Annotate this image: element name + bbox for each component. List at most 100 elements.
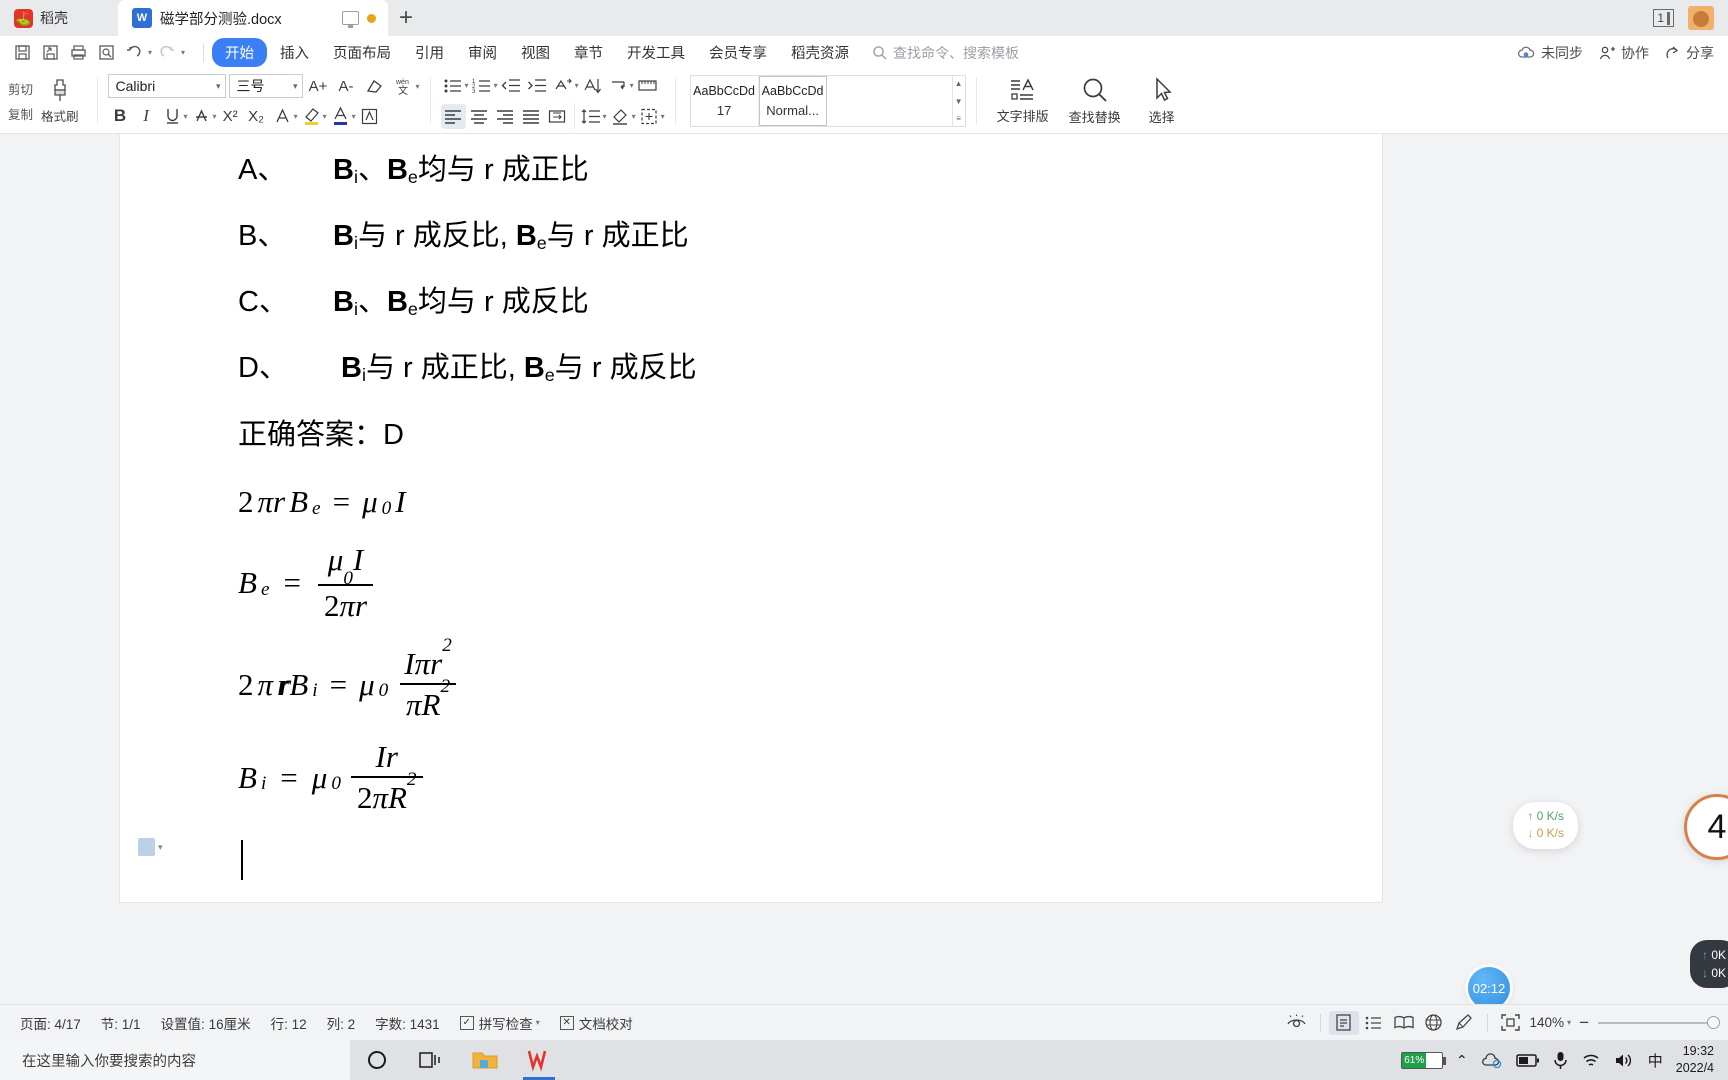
print-preview-icon[interactable]	[94, 40, 119, 65]
menu-item-view[interactable]: 视图	[510, 38, 561, 67]
wps-office-icon[interactable]	[512, 1040, 566, 1080]
align-right-icon[interactable]	[493, 104, 518, 129]
status-col[interactable]: 列: 2	[317, 1013, 366, 1033]
edit-pen-icon[interactable]	[1449, 1011, 1479, 1035]
scroll-down-icon[interactable]: ▼	[955, 97, 963, 106]
cursor-line[interactable]: ▾	[120, 838, 1382, 888]
reading-eye-icon[interactable]	[1282, 1011, 1312, 1035]
find-replace-button[interactable]: 查找替换	[1059, 76, 1131, 126]
status-row[interactable]: 行: 12	[261, 1013, 317, 1033]
shrink-font-button[interactable]: A-	[334, 74, 359, 99]
status-section[interactable]: 节: 1/1	[91, 1013, 151, 1033]
chevron-down-icon[interactable]: ▾	[181, 48, 185, 57]
battery-icon[interactable]	[1516, 1053, 1540, 1068]
taskbar-search-input[interactable]: 在这里输入你要搜索的内容	[0, 1040, 350, 1080]
speaker-icon[interactable]	[1614, 1052, 1635, 1069]
multilevel-list-icon[interactable]	[551, 73, 576, 98]
cortana-icon[interactable]	[350, 1040, 404, 1080]
print-icon[interactable]	[66, 40, 91, 65]
zoom-level[interactable]: 140% ▾	[1526, 1015, 1574, 1030]
network-speed-widget[interactable]: ↑ 0 K/s ↓ 0 K/s	[1513, 802, 1578, 849]
grow-font-button[interactable]: A+	[306, 74, 331, 99]
document-area[interactable]: A、 Bi、Be均与 r 成正比 B、 Bi与 r 成反比, Be与 r 成正比 C…	[0, 134, 1728, 1004]
font-color-icon[interactable]	[328, 104, 353, 129]
menu-item-resources[interactable]: 稻壳资源	[780, 38, 860, 67]
chevron-up-icon[interactable]: ⌃	[1456, 1052, 1468, 1069]
dark-network-widget[interactable]: ↑ 0K ↓ 0K	[1689, 940, 1728, 988]
zoom-knob[interactable]	[1707, 1015, 1720, 1029]
justify-icon[interactable]	[519, 104, 544, 129]
strikethrough-button[interactable]	[189, 104, 214, 129]
web-view-icon[interactable]	[1419, 1011, 1449, 1035]
style-gallery-scroll[interactable]: ▲ ▼ ≡	[951, 76, 965, 126]
menu-item-insert[interactable]: 插入	[269, 38, 320, 67]
sort-icon[interactable]	[580, 73, 605, 98]
bold-button[interactable]: B	[108, 104, 133, 129]
distribute-icon[interactable]	[545, 104, 570, 129]
circle-badge[interactable]: 4	[1684, 794, 1728, 860]
kdocs-tab[interactable]: ⛳ 稻壳	[0, 0, 118, 36]
show-paragraph-marks-icon[interactable]	[606, 73, 631, 98]
font-family-select[interactable]: Calibri ▾	[107, 74, 226, 98]
status-word-count[interactable]: 字数: 1431	[365, 1013, 450, 1033]
align-center-icon[interactable]	[467, 104, 492, 129]
highlight-color-icon[interactable]	[299, 104, 324, 129]
subscript-button[interactable]: X₂	[244, 104, 269, 129]
menu-item-start[interactable]: 开始	[212, 38, 268, 67]
timer-bubble[interactable]: 02:12	[1468, 967, 1510, 1004]
taskbar-clock[interactable]: 19:32 2022/4	[1676, 1043, 1720, 1077]
style-card-normal[interactable]: AaBbCcDd Normal...	[758, 76, 827, 126]
collaborate-button[interactable]: 协作	[1599, 43, 1649, 63]
chevron-down-icon[interactable]: ▾	[536, 1018, 540, 1027]
command-search[interactable]: 查找命令、搜索模板	[872, 43, 1019, 63]
window-count-badge[interactable]: 1	[1653, 9, 1674, 27]
scroll-up-icon[interactable]: ▲	[955, 79, 963, 88]
menu-item-page-layout[interactable]: 页面布局	[322, 38, 402, 67]
ruler-icon[interactable]	[635, 73, 660, 98]
microphone-icon[interactable]	[1553, 1051, 1568, 1070]
share-button[interactable]: 分享	[1665, 43, 1714, 63]
cut-button[interactable]: 剪切	[8, 79, 33, 98]
document-tab[interactable]: W 磁学部分测验.docx	[118, 0, 388, 36]
font-size-select[interactable]: 三号 ▾	[228, 74, 303, 98]
character-border-icon[interactable]	[357, 104, 382, 129]
document-page[interactable]: A、 Bi、Be均与 r 成正比 B、 Bi与 r 成反比, Be与 r 成正比 C…	[120, 134, 1382, 902]
reading-view-icon[interactable]	[1389, 1011, 1419, 1035]
shading-icon[interactable]	[608, 104, 633, 129]
zoom-track[interactable]	[1598, 1015, 1720, 1029]
increase-indent-icon[interactable]	[525, 73, 550, 98]
italic-button[interactable]: I	[134, 104, 159, 129]
style-card-17[interactable]: AaBbCcDd 17	[691, 76, 759, 126]
save-as-icon[interactable]	[38, 40, 63, 65]
ime-indicator[interactable]: 中	[1648, 1050, 1663, 1071]
undo-dropdown-icon[interactable]: ▾	[148, 48, 152, 57]
format-painter-button[interactable]: 格式刷	[33, 78, 87, 125]
fit-page-icon[interactable]	[1496, 1011, 1526, 1035]
onedrive-sync-icon[interactable]	[1481, 1052, 1503, 1069]
menu-item-member[interactable]: 会员专享	[698, 38, 778, 67]
chevron-down-icon[interactable]: ▾	[416, 82, 420, 91]
new-tab-button[interactable]: +	[388, 0, 424, 36]
avatar[interactable]	[1688, 6, 1714, 30]
battery-percent-badge[interactable]: 61%	[1401, 1051, 1447, 1069]
paragraph-layout-options-icon[interactable]: ▾	[138, 838, 163, 857]
superscript-button[interactable]: X²	[218, 104, 243, 129]
status-page[interactable]: 页面: 4/17	[10, 1013, 91, 1033]
pinyin-guide-icon[interactable]: wén 文	[390, 74, 415, 99]
decrease-indent-icon[interactable]	[499, 73, 524, 98]
align-left-icon[interactable]	[440, 103, 466, 129]
text-effect-icon[interactable]	[270, 104, 295, 129]
line-spacing-icon[interactable]	[579, 104, 604, 129]
copy-button[interactable]: 复制	[8, 104, 33, 123]
text-layout-button[interactable]: 文字排版	[987, 77, 1059, 125]
save-icon[interactable]	[10, 40, 35, 65]
menu-item-sections[interactable]: 章节	[563, 38, 614, 67]
zoom-out-button[interactable]: −	[1579, 1013, 1589, 1033]
menu-item-references[interactable]: 引用	[404, 38, 455, 67]
monitor-icon[interactable]	[342, 11, 359, 28]
status-spell-check[interactable]: ✓ 拼写检查 ▾	[450, 1013, 550, 1033]
status-doc-proof[interactable]: ✕ 文档校对	[550, 1013, 643, 1033]
menu-item-review[interactable]: 审阅	[457, 38, 508, 67]
select-button[interactable]: 选择	[1131, 76, 1193, 126]
print-layout-view-icon[interactable]	[1328, 1010, 1359, 1035]
